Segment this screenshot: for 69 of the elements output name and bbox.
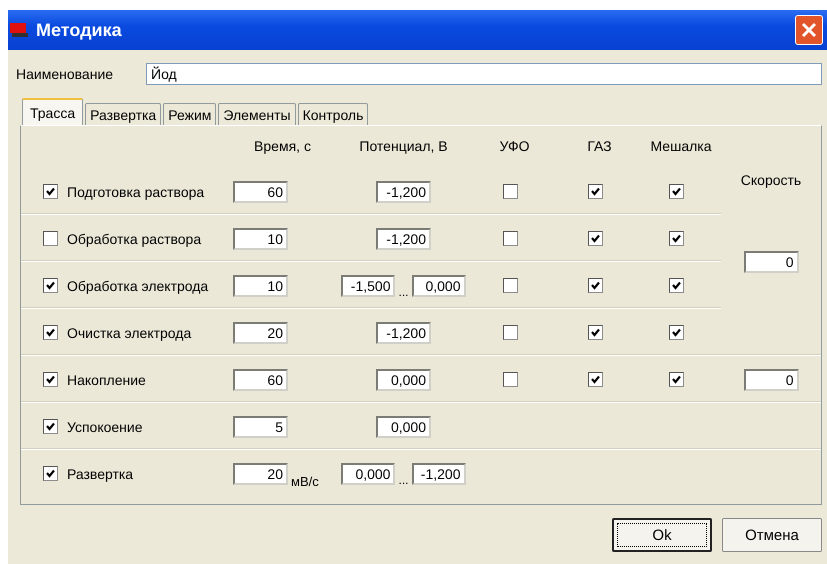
input-field[interactable]: 10 (233, 274, 288, 296)
tab[interactable]: Режим (163, 103, 216, 125)
input-field[interactable]: -1,200 (376, 180, 431, 202)
input-field[interactable]: 20 (233, 462, 288, 484)
column-header: Потенциал, В (359, 138, 448, 154)
column-header: Время, с (254, 138, 311, 154)
checkbox[interactable] (588, 278, 602, 293)
tab[interactable]: Трасса (22, 98, 84, 125)
checkbox[interactable] (588, 231, 602, 246)
column-header: Мешалка (650, 138, 712, 154)
row-label: Накопление (67, 372, 146, 388)
tab[interactable]: Контроль (298, 103, 368, 125)
input-field[interactable]: -1,200 (376, 228, 431, 250)
input-field[interactable]: -1,500 (341, 274, 396, 296)
name-label: Наименование (16, 66, 114, 82)
checkbox[interactable] (502, 325, 518, 340)
column-header: Скорость (740, 172, 802, 188)
input-field[interactable]: 0,000 (376, 368, 431, 390)
dialog-button[interactable]: Ok (612, 518, 712, 552)
checkbox[interactable] (43, 325, 58, 340)
input-field[interactable]: 60 (233, 368, 288, 390)
row-label: Подготовка раствора (67, 184, 204, 200)
checkbox[interactable] (669, 231, 684, 246)
dialog-button[interactable]: Отмена (722, 518, 822, 552)
checkbox[interactable] (43, 419, 58, 434)
input-field[interactable]: 0 (744, 251, 798, 273)
range-mark: ... (398, 285, 408, 299)
input-field[interactable]: 60 (233, 180, 288, 202)
checkbox[interactable] (43, 278, 58, 293)
app-icon (10, 22, 30, 38)
input-field[interactable]: 0,000 (412, 274, 466, 296)
input-field[interactable]: -1,200 (376, 322, 431, 344)
checkbox[interactable] (669, 372, 684, 387)
tab[interactable]: Развертка (85, 103, 162, 125)
checkbox[interactable] (588, 325, 602, 340)
checkbox[interactable] (588, 372, 602, 387)
column-header: УФО (500, 138, 530, 154)
row-label: Очистка электрода (67, 324, 192, 340)
input-field[interactable]: 0,000 (341, 462, 396, 484)
checkbox[interactable] (502, 278, 518, 293)
checkbox[interactable] (502, 184, 518, 199)
close-icon (799, 20, 819, 40)
name-field[interactable]: Йод (146, 63, 822, 85)
close-button[interactable] (795, 15, 823, 45)
checkbox[interactable] (43, 184, 58, 199)
row-label: Обработка электрода (67, 278, 208, 294)
row-label: Обработка раствора (67, 230, 202, 246)
input-field[interactable]: 0,000 (376, 416, 431, 438)
checkbox[interactable] (43, 231, 58, 246)
checkbox[interactable] (43, 372, 58, 387)
input-field[interactable]: -1,200 (412, 462, 466, 484)
column-header: ГАЗ (587, 138, 612, 154)
row-label: Успокоение (67, 418, 143, 434)
range-mark: ... (398, 473, 408, 487)
input-field[interactable]: 0 (744, 368, 798, 390)
checkbox[interactable] (669, 278, 684, 293)
checkbox[interactable] (43, 466, 58, 481)
unit-label: мВ/с (291, 474, 319, 489)
row-label: Развертка (67, 466, 134, 482)
checkbox[interactable] (502, 231, 518, 246)
checkbox[interactable] (588, 184, 602, 199)
tab[interactable]: Элементы (218, 103, 296, 125)
checkbox[interactable] (502, 372, 518, 387)
window-title: Методика (36, 20, 123, 40)
input-field[interactable]: 10 (233, 228, 288, 250)
checkbox[interactable] (669, 184, 684, 199)
input-field[interactable]: 5 (233, 416, 288, 438)
checkbox[interactable] (669, 325, 684, 340)
input-field[interactable]: 20 (233, 322, 288, 344)
